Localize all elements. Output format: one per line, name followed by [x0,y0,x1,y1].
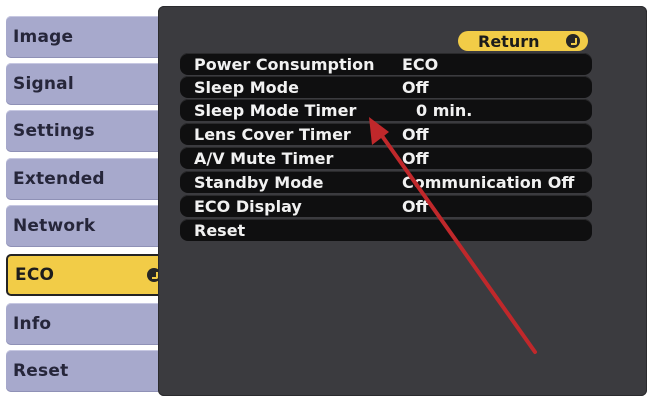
menu-item-image[interactable]: Image [6,16,158,58]
setting-value: Off [402,149,429,168]
projector-menu-screen: Image Signal Settings Extended Network E… [0,0,655,402]
menu-item-signal[interactable]: Signal [6,63,158,105]
menu-item-label: Network [13,216,96,236]
menu-item-label: Reset [13,361,69,381]
menu-item-label: Info [13,314,52,334]
menu-item-info[interactable]: Info [6,303,158,345]
setting-row-reset[interactable]: Reset [180,219,592,241]
enter-icon [566,34,580,48]
menu-item-extended[interactable]: Extended [6,158,158,200]
setting-row-power-consumption[interactable]: Power Consumption ECO [180,53,592,75]
setting-value: Off [402,78,429,97]
menu-item-label: Settings [13,121,95,141]
setting-label: Power Consumption [194,55,375,74]
menu-item-eco[interactable]: ECO [6,254,170,296]
setting-row-sleep-mode-timer[interactable]: Sleep Mode Timer 0 min. [180,99,592,121]
setting-label: Reset [194,221,246,240]
menu-item-settings[interactable]: Settings [6,110,158,152]
menu-item-label: Signal [13,74,74,94]
menu-item-label: ECO [15,265,55,285]
setting-label: Standby Mode [194,173,324,192]
setting-row-standby-mode[interactable]: Standby Mode Communication Off [180,171,592,193]
setting-row-av-mute-timer[interactable]: A/V Mute Timer Off [180,147,592,169]
menu-item-label: Image [13,27,74,47]
setting-label: A/V Mute Timer [194,149,334,168]
setting-label: Sleep Mode [194,78,299,97]
setting-label: ECO Display [194,197,302,216]
return-button[interactable]: Return [458,31,588,51]
setting-value: Off [402,125,429,144]
setting-label: Sleep Mode Timer [194,101,357,120]
eco-settings-panel: Return Power Consumption ECO Sleep Mode … [158,6,647,396]
menu-item-reset[interactable]: Reset [6,350,158,392]
setting-label: Lens Cover Timer [194,125,351,144]
setting-value: ECO [402,55,439,74]
setting-value: 0 min. [416,101,473,120]
setting-row-eco-display[interactable]: ECO Display Off [180,195,592,217]
menu-item-label: Extended [13,169,105,189]
setting-row-lens-cover-timer[interactable]: Lens Cover Timer Off [180,123,592,145]
setting-value: Off [402,197,429,216]
menu-item-network[interactable]: Network [6,205,158,247]
return-label: Return [478,31,540,51]
setting-row-sleep-mode[interactable]: Sleep Mode Off [180,76,592,98]
setting-value: Communication Off [402,173,575,192]
